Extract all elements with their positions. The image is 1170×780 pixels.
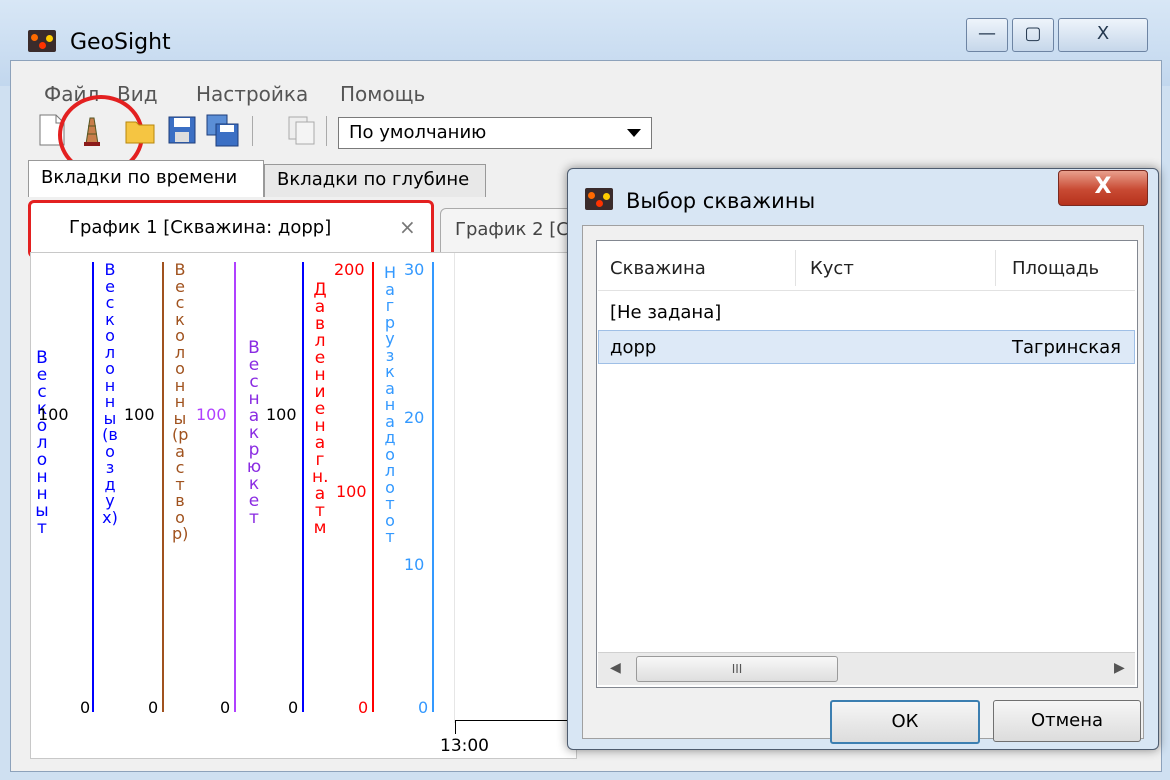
- open-folder-icon[interactable]: [122, 112, 158, 148]
- cancel-button[interactable]: Отмена: [993, 700, 1141, 742]
- chevron-down-icon: [627, 129, 641, 137]
- axis-line-6: [432, 262, 434, 712]
- axis-line-1: [92, 262, 94, 712]
- axis-line-2: [162, 262, 164, 712]
- axis-tick: 0: [80, 698, 91, 717]
- axis-tick: 20: [404, 408, 425, 427]
- scroll-thumb[interactable]: III: [636, 656, 838, 682]
- chart-tab-1-label: График 1 [Скважина: дорр]: [69, 217, 332, 238]
- preset-dropdown[interactable]: По умолчанию: [338, 117, 652, 149]
- axis-label-weight-air: Вес колонны (воздух): [102, 260, 118, 527]
- scroll-right-icon[interactable]: ▶: [1114, 660, 1125, 676]
- close-icon[interactable]: ×: [399, 215, 416, 239]
- copy-icon[interactable]: [284, 112, 320, 148]
- axis-tick: 200: [334, 260, 365, 279]
- menu-help[interactable]: Помощь: [340, 82, 425, 106]
- chart-tab-1[interactable]: График 1 [Скважина: дорр] ×: [28, 200, 434, 258]
- axis-tick: 100: [266, 405, 297, 424]
- tab-depth[interactable]: Вкладки по глубине: [264, 164, 486, 197]
- app-icon: [28, 30, 56, 52]
- axis-tick: 0: [288, 698, 299, 717]
- maximize-button[interactable]: ▢: [1012, 18, 1054, 52]
- list-item-area: Тагринская: [1012, 337, 1122, 358]
- list-item[interactable]: [Не задана]: [610, 302, 721, 323]
- dialog-title: Выбор скважины: [626, 189, 816, 213]
- ok-button[interactable]: ОК: [830, 700, 980, 744]
- axis-line-3: [234, 262, 236, 712]
- dialog-close-button[interactable]: X: [1058, 170, 1148, 206]
- column-header-well[interactable]: Скважина: [610, 258, 706, 279]
- column-header-area[interactable]: Площадь: [1012, 258, 1099, 279]
- list-item: дорр: [610, 337, 657, 358]
- scroll-left-icon[interactable]: ◀: [610, 660, 621, 676]
- axis-tick: 10: [404, 555, 425, 574]
- tab-time[interactable]: Вкладки по времени: [28, 160, 264, 197]
- axis-tick: 100: [196, 405, 227, 424]
- axis-tick: 0: [220, 698, 231, 717]
- axis-tick: 0: [418, 698, 429, 717]
- column-divider: [795, 250, 796, 286]
- axis-tick: 100: [124, 405, 155, 424]
- axis-label-weight: Вес колонны т: [35, 348, 49, 538]
- toolbar-separator: [252, 116, 253, 146]
- x-axis-tick: [455, 720, 456, 734]
- axis-tick: 100: [38, 405, 69, 424]
- axis-label-pressure: Давление нагн. атм: [312, 280, 329, 538]
- x-tick-label: 13:00: [440, 736, 489, 756]
- column-divider: [995, 250, 996, 286]
- preset-value: По умолчанию: [349, 122, 487, 143]
- toolbar-separator: [326, 116, 327, 146]
- grid-line: [454, 253, 455, 723]
- window-title: GeoSight: [70, 30, 171, 55]
- axis-tick: 100: [336, 482, 367, 501]
- save-icon[interactable]: [164, 112, 200, 148]
- axis-label-weight-mud: Вес колонны (раствор): [172, 260, 189, 543]
- axis-tick: 30: [404, 260, 425, 279]
- x-axis-line: [455, 720, 575, 721]
- axis-label-bit-load: Нагрузка на долото т: [383, 263, 397, 546]
- save-all-icon[interactable]: [204, 112, 240, 148]
- axis-line-4: [302, 262, 304, 712]
- close-button[interactable]: X: [1058, 18, 1148, 52]
- axis-tick: 0: [148, 698, 159, 717]
- menu-settings[interactable]: Настройка: [196, 82, 308, 106]
- column-header-cluster[interactable]: Куст: [810, 258, 854, 279]
- chart-tab-2[interactable]: График 2 [С: [440, 208, 582, 254]
- minimize-button[interactable]: —: [966, 18, 1008, 52]
- axis-line-5: [372, 262, 374, 712]
- dialog-app-icon: [585, 188, 613, 210]
- axis-tick: 0: [358, 698, 369, 717]
- axis-label-hook-load: Вес на крюке т: [246, 338, 262, 528]
